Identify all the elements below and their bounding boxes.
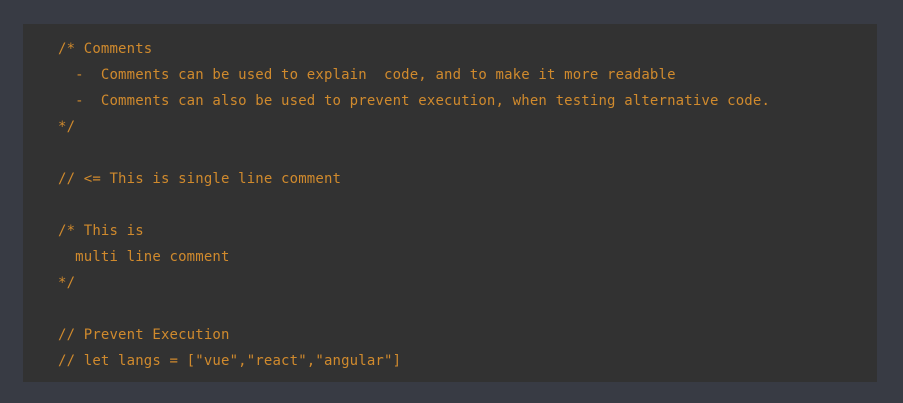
code-line: - Comments can be used to explain code, … (58, 67, 676, 83)
code-line: // let langs = ["vue","react","angular"] (58, 353, 402, 369)
code-line: /* Comments (58, 41, 153, 57)
code-line: */ (58, 275, 76, 291)
code-line: - Comments can also be used to prevent e… (58, 93, 771, 109)
code-line: */ (58, 119, 76, 135)
code-line: // <= This is single line comment (58, 171, 342, 187)
code-line: // Prevent Execution (58, 327, 230, 343)
code-line: multi line comment (58, 249, 230, 265)
code-block: /* Comments - Comments can be used to ex… (23, 24, 877, 382)
code-line: /* This is (58, 223, 144, 239)
